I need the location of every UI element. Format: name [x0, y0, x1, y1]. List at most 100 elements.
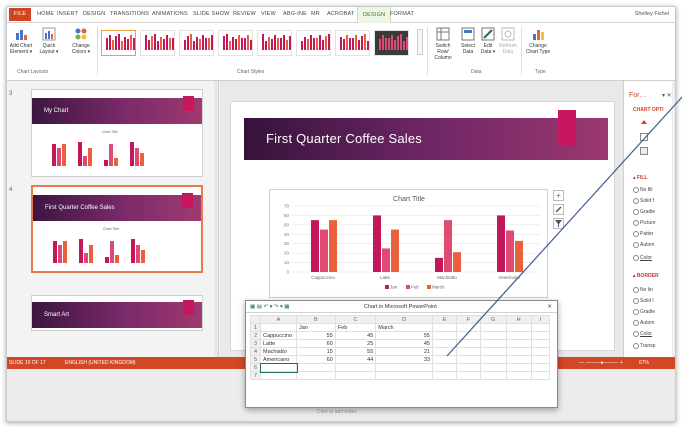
switch-row-column-button[interactable]: Switch Row/ Column: [431, 27, 455, 61]
table-cell[interactable]: [479, 363, 507, 372]
column-header[interactable]: F: [456, 315, 481, 324]
table-cell[interactable]: [260, 371, 297, 380]
row-number[interactable]: 1: [250, 323, 261, 332]
chart-style-thumbnail[interactable]: [140, 30, 175, 56]
table-cell[interactable]: [505, 339, 532, 348]
chart-options-heading[interactable]: CHART OPTI: [633, 107, 664, 113]
table-cell[interactable]: [431, 323, 458, 332]
chart-style-thumbnail[interactable]: [335, 30, 370, 56]
table-cell[interactable]: [530, 355, 551, 364]
bar-jan-machiatto[interactable]: [435, 257, 443, 272]
column-header[interactable]: H: [505, 315, 532, 324]
thumbnails-scrollbar[interactable]: [214, 81, 218, 357]
bar-feb-americano[interactable]: [506, 230, 514, 272]
tab-abgine-9[interactable]: ABG-INE: [283, 11, 307, 17]
table-cell[interactable]: 15: [296, 347, 336, 356]
table-cell[interactable]: [505, 331, 532, 340]
table-cell[interactable]: [456, 323, 481, 332]
chart-style-thumbnail[interactable]: [296, 30, 331, 56]
chart-styles-button[interactable]: [553, 204, 564, 215]
table-cell[interactable]: [479, 355, 507, 364]
size-properties-icon[interactable]: [640, 147, 648, 155]
pane-scrollbar[interactable]: [672, 81, 675, 357]
radio-option[interactable]: No lin: [633, 287, 653, 293]
table-cell[interactable]: [530, 347, 551, 356]
table-cell[interactable]: [456, 347, 481, 356]
zoom-slider[interactable]: — ———●——— +: [579, 357, 623, 369]
table-cell[interactable]: [505, 355, 532, 364]
table-cell[interactable]: [456, 355, 481, 364]
table-cell[interactable]: Latte: [260, 339, 297, 348]
column-header[interactable]: C: [334, 315, 377, 324]
bar-march-cappuccino[interactable]: [329, 220, 337, 272]
radio-option[interactable]: Solid l: [633, 298, 654, 304]
bar-feb-latte[interactable]: [382, 248, 390, 272]
table-cell[interactable]: Feb: [334, 323, 377, 332]
tab-design-3[interactable]: DESIGN: [83, 11, 105, 17]
chart-style-thumbnail[interactable]: [257, 30, 292, 56]
table-cell[interactable]: [456, 339, 481, 348]
zoom-level[interactable]: 67%: [639, 357, 649, 369]
table-cell[interactable]: [431, 355, 458, 364]
table-cell[interactable]: Jan: [296, 323, 336, 332]
chart-title[interactable]: Chart Title: [393, 196, 425, 203]
table-cell[interactable]: [505, 323, 532, 332]
table-cell[interactable]: [456, 331, 481, 340]
column-header[interactable]: A: [260, 315, 297, 324]
chart-style-thumbnail[interactable]: [101, 30, 136, 56]
table-cell[interactable]: [456, 371, 481, 380]
table-cell[interactable]: [505, 371, 532, 380]
radio-option[interactable]: Patter: [632, 231, 653, 237]
table-cell[interactable]: [530, 339, 551, 348]
tab-review-7[interactable]: REVIEW: [233, 11, 256, 17]
table-cell[interactable]: [296, 371, 336, 380]
row-number[interactable]: 2: [250, 331, 261, 340]
table-cell[interactable]: [334, 371, 377, 380]
column-header[interactable]: E: [431, 315, 458, 324]
row-number[interactable]: 5: [250, 355, 261, 364]
chart-style-thumbnail[interactable]: [374, 30, 409, 56]
table-cell[interactable]: [479, 371, 507, 380]
chart-filters-button[interactable]: [553, 218, 564, 229]
table-cell[interactable]: [530, 363, 551, 372]
tab-design-12[interactable]: DESIGN: [357, 7, 392, 23]
legend-label[interactable]: Feb: [411, 285, 419, 290]
table-cell[interactable]: [505, 347, 532, 356]
row-number[interactable]: 4: [250, 347, 261, 356]
table-cell[interactable]: [431, 371, 458, 380]
gallery-scroll[interactable]: [417, 29, 423, 55]
radio-option[interactable]: Solid f: [633, 198, 654, 204]
bar-march-latte[interactable]: [391, 229, 399, 272]
table-cell[interactable]: 60: [296, 339, 336, 348]
pane-close-icon[interactable]: ▾ ✕: [662, 92, 672, 99]
slide-thumbnail[interactable]: First Quarter Coffee Sales Chart Title: [31, 185, 203, 273]
edit-data-button[interactable]: Edit Data ▾: [479, 27, 497, 55]
border-section-heading[interactable]: ▴ BORDER: [633, 273, 659, 279]
border-color-label[interactable]: Color: [633, 331, 652, 337]
tab-insert-2[interactable]: INSERT: [57, 11, 78, 17]
table-cell[interactable]: [505, 363, 532, 372]
row-number[interactable]: 6: [250, 363, 261, 372]
data-window-close-icon[interactable]: ✕: [547, 301, 552, 313]
column-header[interactable]: G: [479, 315, 507, 324]
chart-style-thumbnail[interactable]: [179, 30, 214, 56]
slide-thumbnails-pane[interactable]: 3 My Chart Chart Title 4 First Quarter Coffe…: [7, 81, 219, 357]
quick-layout-button[interactable]: Quick Layout ▾: [37, 27, 61, 55]
table-cell[interactable]: Machiatto: [260, 347, 297, 356]
table-cell[interactable]: 55: [334, 347, 377, 356]
table-cell[interactable]: March: [375, 323, 433, 332]
select-data-button[interactable]: Select Data: [459, 27, 477, 55]
notes-placeholder[interactable]: Click to add notes: [317, 409, 357, 415]
table-cell[interactable]: 60: [296, 355, 336, 364]
effects-icon[interactable]: [640, 133, 648, 141]
column-header[interactable]: I: [530, 315, 551, 324]
table-cell[interactable]: [431, 347, 458, 356]
chart-elements-button[interactable]: +: [553, 190, 564, 201]
table-cell[interactable]: 44: [334, 355, 377, 364]
table-cell[interactable]: [431, 363, 458, 372]
radio-option[interactable]: Autom: [632, 242, 654, 248]
tab-format-13[interactable]: FORMAT: [390, 11, 414, 17]
row-number[interactable]: 7: [250, 371, 261, 380]
slide-thumbnail[interactable]: My Chart Chart Title: [31, 89, 203, 177]
table-cell[interactable]: 45: [375, 339, 433, 348]
